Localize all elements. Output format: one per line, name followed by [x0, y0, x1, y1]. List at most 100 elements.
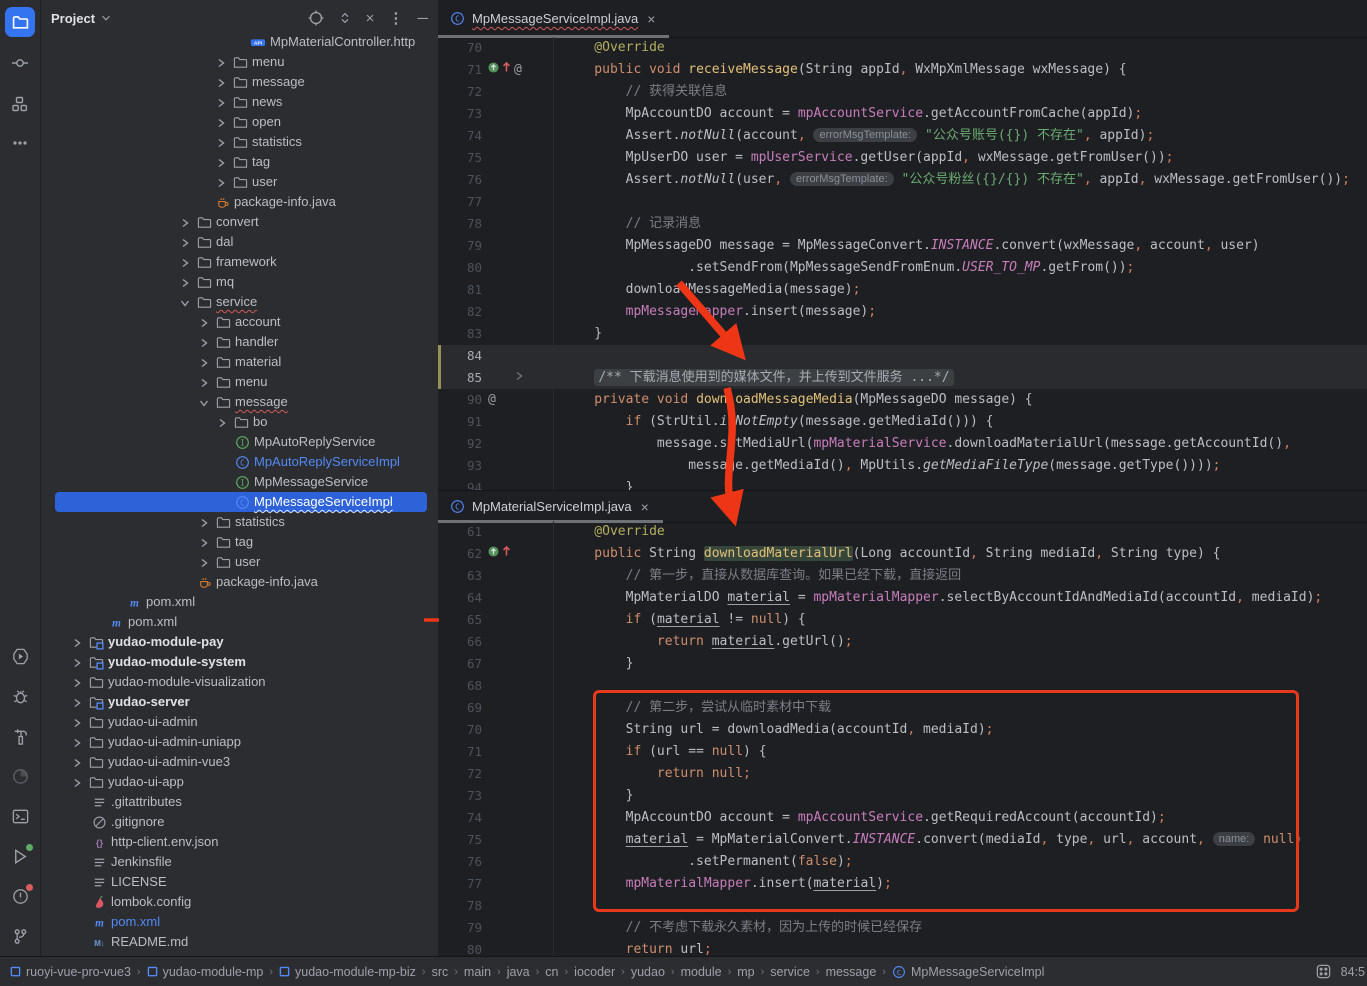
- tree-chevron-icon[interactable]: [69, 655, 85, 671]
- tree-item-pom.xml[interactable]: mpom.xml: [41, 912, 438, 932]
- tree-item-material[interactable]: material: [41, 352, 438, 372]
- tree-item-framework[interactable]: framework: [41, 252, 438, 272]
- breadcrumb-service[interactable]: service: [770, 965, 810, 979]
- code-line-68[interactable]: 68: [438, 675, 1367, 697]
- tree-chevron-icon[interactable]: [196, 375, 212, 391]
- code-line-64[interactable]: 64 MpMaterialDO material = mpMaterialMap…: [438, 587, 1367, 609]
- hide-panel-icon[interactable]: ─: [417, 11, 428, 26]
- breadcrumb-main[interactable]: main: [464, 965, 491, 979]
- tree-item-statistics[interactable]: statistics: [41, 132, 438, 152]
- tree-item-package-info.java[interactable]: package-info.java: [41, 192, 438, 212]
- implements-arrow-icon[interactable]: [502, 59, 511, 81]
- breadcrumb-ruoyi-vue-pro-vue3[interactable]: ruoyi-vue-pro-vue3: [10, 965, 131, 979]
- code-line-79[interactable]: 79 // 不考虑下载永久素材，因为上传的时候已经保存: [438, 917, 1367, 939]
- tree-item-MpAutoReplyService[interactable]: IMpAutoReplyService: [41, 432, 438, 452]
- code-line-63[interactable]: 63 // 第一步，直接从数据库查询。如果已经下载，直接返回: [438, 565, 1367, 587]
- tree-item-yudao-module-system[interactable]: yudao-module-system: [41, 652, 438, 672]
- tree-item-yudao-server[interactable]: yudao-server: [41, 692, 438, 712]
- close-tab-icon[interactable]: ×: [647, 11, 655, 27]
- run-tool-icon[interactable]: [0, 641, 40, 671]
- editor1-tab[interactable]: C MpMessageServiceImpl.java ×: [440, 0, 667, 37]
- code-line-76[interactable]: 76 Assert.notNull(user, errorMsgTemplate…: [438, 169, 1367, 191]
- code-line-77[interactable]: 77: [438, 191, 1367, 213]
- tree-chevron-icon[interactable]: [177, 275, 193, 291]
- problems-tool-icon[interactable]: [0, 881, 40, 911]
- tree-item-statistics[interactable]: statistics: [41, 512, 438, 532]
- tree-chevron-icon[interactable]: [69, 735, 85, 751]
- code-line-80[interactable]: 80 return url;: [438, 939, 1367, 956]
- tree-chevron-icon[interactable]: [177, 215, 193, 231]
- code-line-82[interactable]: 82 mpMessageMapper.insert(message);: [438, 301, 1367, 323]
- tree-item-news[interactable]: news: [41, 92, 438, 112]
- code-line-81[interactable]: 81 downloadMessageMedia(message);: [438, 279, 1367, 301]
- tree-item-user[interactable]: user: [41, 172, 438, 192]
- editor2-code[interactable]: 61 @Override62 public String downloadMat…: [438, 521, 1367, 956]
- code-line-85[interactable]: 85 /** 下载消息使用到的媒体文件，并上传到文件服务 ...*/: [438, 367, 1367, 389]
- code-line-92[interactable]: 92 message.setMediaUrl(mpMaterialService…: [438, 433, 1367, 455]
- tree-chevron-icon[interactable]: [213, 155, 229, 171]
- tree-chevron-icon[interactable]: [213, 75, 229, 91]
- breadcrumb-yudao[interactable]: yudao: [631, 965, 665, 979]
- project-panel-title[interactable]: Project: [51, 11, 95, 26]
- tree-item-yudao-module-pay[interactable]: yudao-module-pay: [41, 632, 438, 652]
- code-line-79[interactable]: 79 MpMessageDO message = MpMessageConver…: [438, 235, 1367, 257]
- tree-item-tag[interactable]: tag: [41, 532, 438, 552]
- caret-position[interactable]: 84:5: [1341, 965, 1365, 979]
- code-line-84[interactable]: 84: [438, 345, 1367, 367]
- tree-item-MpMessageServiceImpl[interactable]: CMpMessageServiceImpl: [41, 492, 438, 512]
- tree-item-MpAutoReplyServiceImpl[interactable]: CMpAutoReplyServiceImpl: [41, 452, 438, 472]
- tree-chevron-icon[interactable]: [196, 555, 212, 571]
- build-tool-icon[interactable]: [0, 721, 40, 751]
- debug-tool-icon[interactable]: [0, 681, 40, 711]
- code-line-78[interactable]: 78 // 记录消息: [438, 213, 1367, 235]
- code-line-72[interactable]: 72 return null;: [438, 763, 1367, 785]
- overrides-icon[interactable]: [488, 59, 499, 81]
- expand-collapse-icon[interactable]: [338, 11, 352, 25]
- tree-chevron-icon[interactable]: [196, 515, 212, 531]
- code-line-69[interactable]: 69 // 第二步，尝试从临时素材中下载: [438, 697, 1367, 719]
- tree-chevron-icon[interactable]: [196, 315, 212, 331]
- tree-chevron-icon[interactable]: [177, 295, 193, 311]
- tree-chevron-icon[interactable]: [213, 95, 229, 111]
- tree-item-mq[interactable]: mq: [41, 272, 438, 292]
- code-line-80[interactable]: 80 .setSendFrom(MpMessageSendFromEnum.US…: [438, 257, 1367, 279]
- code-line-93[interactable]: 93 message.getMediaId(), MpUtils.getMedi…: [438, 455, 1367, 477]
- breadcrumb-module[interactable]: module: [681, 965, 722, 979]
- commit-tool-icon[interactable]: [0, 48, 40, 78]
- code-line-77[interactable]: 77 mpMaterialMapper.insert(material);: [438, 873, 1367, 895]
- tree-item-Jenkinsfile[interactable]: Jenkinsfile: [41, 852, 438, 872]
- tree-item-account[interactable]: account: [41, 312, 438, 332]
- code-line-75[interactable]: 75 MpUserDO user = mpUserService.getUser…: [438, 147, 1367, 169]
- tree-chevron-icon[interactable]: [213, 135, 229, 151]
- code-line-71[interactable]: 71 if (url == null) {: [438, 741, 1367, 763]
- tree-item-service[interactable]: service: [41, 292, 438, 312]
- fold-chevron-icon[interactable]: [514, 367, 524, 389]
- close-tab-icon[interactable]: ×: [641, 499, 649, 515]
- tree-chevron-icon[interactable]: [196, 355, 212, 371]
- panel-options-icon[interactable]: ⋮: [388, 11, 403, 26]
- tree-chevron-icon[interactable]: [213, 55, 229, 71]
- collapse-all-icon[interactable]: ×: [366, 11, 375, 26]
- version-control-tool-icon[interactable]: [0, 921, 40, 951]
- code-line-74[interactable]: 74 Assert.notNull(account, errorMsgTempl…: [438, 125, 1367, 147]
- tree-chevron-icon[interactable]: [69, 635, 85, 651]
- tree-item-menu[interactable]: menu: [41, 372, 438, 392]
- profiler-tool-icon[interactable]: [0, 761, 40, 791]
- tree-chevron-icon[interactable]: [69, 695, 85, 711]
- tree-item-message[interactable]: message: [41, 72, 438, 92]
- more-tool-windows-icon[interactable]: [0, 128, 40, 158]
- terminal-tool-icon[interactable]: [0, 801, 40, 831]
- breadcrumb-yudao-module-mp[interactable]: yudao-module-mp: [147, 965, 264, 979]
- tree-chevron-icon[interactable]: [213, 175, 229, 191]
- tree-item-bo[interactable]: bo: [41, 412, 438, 432]
- tree-item-yudao-ui-admin[interactable]: yudao-ui-admin: [41, 712, 438, 732]
- tree-item-.gitattributes[interactable]: .gitattributes: [41, 792, 438, 812]
- code-line-73[interactable]: 73 }: [438, 785, 1367, 807]
- code-line-73[interactable]: 73 MpAccountDO account = mpAccountServic…: [438, 103, 1367, 125]
- tree-chevron-icon[interactable]: [177, 235, 193, 251]
- code-line-91[interactable]: 91 if (StrUtil.isNotEmpty(message.getMed…: [438, 411, 1367, 433]
- tree-item-dal[interactable]: dal: [41, 232, 438, 252]
- tree-chevron-icon[interactable]: [213, 115, 229, 131]
- editor1-code[interactable]: 70 @Override71@ public void receiveMessa…: [438, 37, 1367, 490]
- tree-item-yudao-ui-admin-vue3[interactable]: yudao-ui-admin-vue3: [41, 752, 438, 772]
